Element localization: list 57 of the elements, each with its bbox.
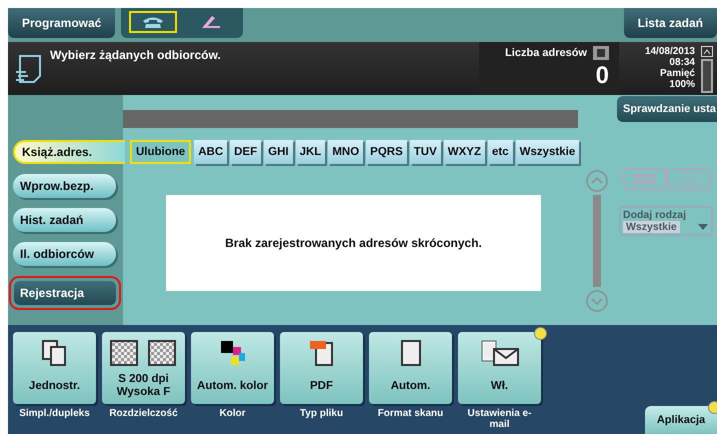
memory-label: Pamięć bbox=[660, 68, 695, 79]
side-tab[interactable]: Książ.adres. bbox=[13, 140, 125, 164]
index-tab[interactable]: JKL bbox=[296, 140, 326, 164]
setting-label: Kolor bbox=[219, 408, 246, 419]
index-tab[interactable]: Ulubione bbox=[130, 140, 192, 164]
setting-tile[interactable]: Jednostr. bbox=[13, 332, 96, 404]
index-tab[interactable]: MNO bbox=[328, 140, 364, 164]
mode-tab[interactable] bbox=[129, 11, 178, 33]
index-tab[interactable]: ABC bbox=[194, 140, 228, 164]
side-tab[interactable]: Wprow.bezp. bbox=[13, 174, 116, 198]
index-tab[interactable]: DEF bbox=[230, 140, 262, 164]
index-tab[interactable]: PQRS bbox=[366, 140, 407, 164]
date-text: 14/08/2013 bbox=[644, 46, 695, 57]
telephone-icon bbox=[141, 15, 166, 29]
side-tab[interactable]: Il. odbiorców bbox=[13, 242, 116, 266]
setting-tile[interactable]: Autom. bbox=[369, 332, 452, 404]
pen-icon bbox=[200, 14, 222, 30]
job-list-button[interactable]: Lista zadań bbox=[624, 8, 717, 38]
scroll-down-icon[interactable] bbox=[586, 290, 608, 312]
setting-label: Format skanu bbox=[378, 408, 444, 419]
dropdown-icon bbox=[697, 223, 709, 231]
setting-label: Ustawienia e-mail bbox=[466, 408, 532, 430]
index-tab[interactable]: etc bbox=[488, 140, 513, 164]
pages-icon bbox=[40, 340, 68, 366]
memory-value: 100% bbox=[669, 79, 695, 90]
list-view-icon[interactable] bbox=[667, 168, 711, 190]
address-count-label: Liczba adresów bbox=[505, 47, 587, 59]
program-button[interactable]: Programować bbox=[8, 8, 116, 38]
empty-message: Brak zarejestrowanych adresów skróconych. bbox=[225, 236, 482, 250]
page-icon bbox=[400, 339, 422, 367]
application-button[interactable]: Aplikacja bbox=[645, 406, 717, 434]
index-tab[interactable]: TUV bbox=[410, 140, 441, 164]
side-tab[interactable]: Hist. zadań bbox=[13, 208, 116, 232]
index-tab[interactable]: WXYZ bbox=[444, 140, 485, 164]
setting-label: Typ pliku bbox=[300, 408, 344, 419]
color-squares-icon bbox=[218, 340, 246, 366]
setting-tile[interactable]: Wł. bbox=[458, 332, 541, 404]
document-icon bbox=[14, 54, 44, 86]
pdf-file-icon bbox=[308, 339, 336, 367]
register-button[interactable]: Rejestracja bbox=[14, 281, 116, 305]
setting-tile[interactable]: S 200 dpi Wysoka F bbox=[102, 332, 185, 404]
setting-tile[interactable]: Autom. kolor bbox=[191, 332, 274, 404]
setting-label: Rozdzielczość bbox=[109, 408, 178, 419]
notice-dot bbox=[534, 327, 547, 340]
instruction-text: Wybierz żądanych odbiorców. bbox=[50, 48, 221, 62]
check-settings-button[interactable]: Sprawdzanie usta bbox=[617, 96, 717, 122]
index-tab[interactable]: GHI bbox=[264, 140, 293, 164]
scroll-up-icon[interactable] bbox=[586, 170, 608, 192]
address-count: 0 bbox=[596, 62, 609, 90]
grid-view-icon[interactable] bbox=[623, 168, 667, 190]
memory-gauge bbox=[701, 59, 713, 93]
index-tab[interactable]: Wszystkie bbox=[516, 140, 580, 164]
setting-label: Simpl./dupleks bbox=[19, 408, 90, 419]
envelope-icon bbox=[480, 339, 520, 367]
time-text: 08:34 bbox=[669, 57, 695, 68]
setting-tile[interactable]: PDF bbox=[280, 332, 363, 404]
checker-icon bbox=[108, 340, 178, 366]
